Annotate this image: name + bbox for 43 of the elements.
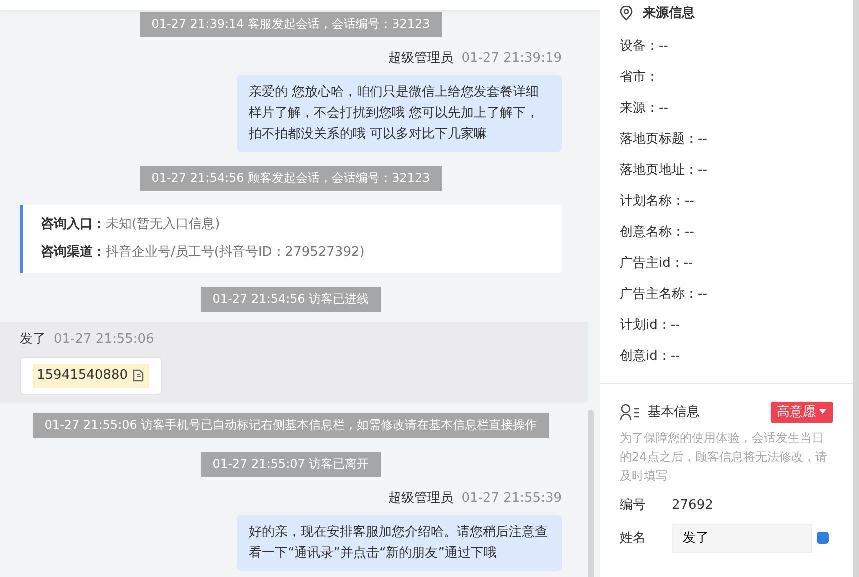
info-field: 广告主id：-- — [620, 254, 694, 274]
system-message: 01-27 21:39:14 客服发起会话，会话编号：32123 — [140, 12, 442, 37]
field-value: 27692 — [672, 497, 714, 515]
section-title: 基本信息 — [648, 404, 700, 422]
user-list-icon — [620, 404, 640, 421]
section-title: 来源信息 — [643, 5, 695, 23]
info-field: 落地页地址：-- — [620, 161, 708, 181]
field-label: 姓名 — [620, 530, 647, 548]
info-field: 来源：-- — [620, 99, 668, 119]
system-message: 01-27 21:55:06 访客手机号已自动标记右侧基本信息栏，如需修改请在基本信息栏直接操作 — [32, 412, 550, 438]
info-field: 广告主名称：-- — [620, 285, 708, 305]
system-message: 01-27 21:54:56 访客已进线 — [200, 287, 382, 312]
system-message: 01-27 21:55:07 访客已离开 — [200, 452, 382, 476]
scrollbar[interactable] — [853, 0, 859, 577]
sender-name: 发了 — [20, 332, 46, 347]
phone-number: 15941540880 — [37, 367, 128, 385]
info-label: 咨询渠道： — [41, 245, 106, 260]
caret-icon — [819, 409, 827, 414]
info-value: 未知(暂无入口信息) — [106, 217, 220, 232]
info-field: 设备：-- — [620, 37, 668, 57]
info-field: 创意名称：-- — [620, 223, 694, 243]
info-field: 计划名称：-- — [620, 192, 694, 212]
name-field[interactable]: 发了 — [672, 524, 812, 553]
info-field: 省市： — [620, 68, 659, 88]
message-time: 01-27 21:39:19 — [462, 51, 562, 66]
sender-name: 超级管理员 — [388, 490, 454, 506]
info-field: 计划id：-- — [620, 316, 680, 336]
field-label: 编号 — [620, 497, 647, 515]
message-time: 01-27 21:55:39 — [462, 490, 562, 506]
info-label: 咨询入口： — [41, 217, 106, 232]
system-message: 01-27 21:54:56 顾客发起会话，会话编号：32123 — [140, 166, 442, 191]
info-value: 抖音企业号/员工号(抖音号ID：279527392) — [106, 245, 365, 260]
message-bubble: 好的亲，现在安排客服加您介绍哈。请您稍后注意查看一下“通讯录”并点击“新的朋友”通过下哦 — [237, 514, 562, 570]
message-bubble: 亲爱的 您放心哈，咱们只是微信上给您发套餐详细样片了解，不会打扰到您哦 您可以先加上了解下，拍不拍都没关系的哦 可以多对比下几家嘛 — [237, 75, 562, 152]
message-time: 01-27 21:55:06 — [54, 332, 154, 347]
intent-dropdown[interactable]: 高意愿 — [771, 402, 833, 423]
info-field: 创意id：-- — [620, 347, 680, 367]
copy-icon[interactable] — [132, 369, 145, 382]
sender-name: 超级管理员 — [388, 51, 454, 66]
info-field: 落地页标题：-- — [620, 130, 708, 150]
scrollbar[interactable] — [588, 410, 594, 577]
hint-text: 为了保障您的使用体验，会话发生当日的24点之后，顾客信息将无法修改，请及时填写 — [620, 430, 828, 485]
location-icon — [620, 6, 633, 22]
